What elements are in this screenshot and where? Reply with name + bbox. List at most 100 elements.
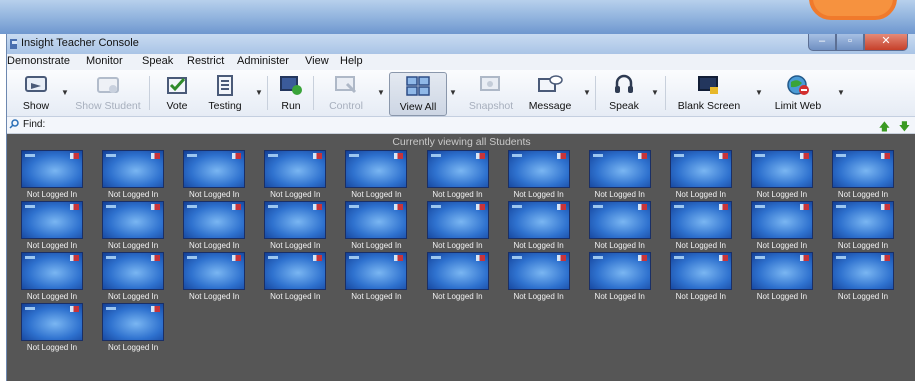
student-screen-preview [264, 252, 327, 290]
menu-help[interactable]: Help [340, 55, 363, 67]
view-all-dropdown-icon[interactable]: ▼ [449, 88, 457, 97]
student-thumbnail[interactable]: Not Logged In [343, 201, 409, 253]
student-thumbnail[interactable]: Not Logged In [587, 201, 653, 253]
student-thumbnail[interactable]: Not Logged In [506, 150, 572, 202]
student-thumbnail[interactable]: Not Logged In [181, 201, 247, 253]
run-button[interactable]: Run [273, 72, 309, 114]
student-status-label: Not Logged In [26, 190, 78, 199]
student-thumbnail[interactable]: Not Logged In [749, 252, 815, 304]
message-icon [538, 75, 563, 92]
testing-button[interactable]: Testing [199, 72, 251, 114]
show-button[interactable]: Show [11, 72, 61, 114]
menu-monitor[interactable]: Monitor [86, 55, 123, 67]
student-screen-preview [345, 150, 408, 188]
student-thumbnail[interactable]: Not Logged In [181, 150, 247, 202]
limit-web-dropdown-icon[interactable]: ▼ [837, 88, 845, 97]
student-view-area: Currently viewing all Students Not Logge… [7, 134, 915, 381]
student-thumbnail[interactable]: Not Logged In [343, 252, 409, 304]
student-status-label: Not Logged In [837, 241, 889, 250]
student-thumbnail[interactable]: Not Logged In [19, 252, 85, 304]
maximize-button[interactable]: ▫ [836, 34, 864, 51]
student-thumbnail[interactable]: Not Logged In [262, 252, 328, 304]
view-all-icon [406, 76, 430, 96]
student-status-label: Not Logged In [432, 241, 483, 250]
student-screen-preview [507, 150, 570, 188]
student-thumbnail[interactable]: Not Logged In [749, 150, 815, 202]
student-status-label: Not Logged In [675, 292, 726, 301]
blank-screen-icon [698, 76, 718, 94]
student-status-label: Not Logged In [432, 292, 483, 301]
student-screen-preview [832, 150, 894, 188]
student-status-label: Not Logged In [432, 190, 483, 199]
student-thumbnail[interactable]: Not Logged In [262, 201, 328, 253]
menu-administer[interactable]: Administer [237, 55, 289, 67]
student-screen-preview [183, 252, 246, 290]
close-button[interactable]: ✕ [864, 34, 908, 51]
student-status-label: Not Logged In [675, 190, 726, 199]
student-thumbnail[interactable]: Not Logged In [830, 252, 896, 304]
student-status-label: Not Logged In [107, 292, 159, 301]
student-status-label: Not Logged In [594, 241, 645, 250]
menu-view[interactable]: View [305, 55, 329, 67]
student-thumbnail[interactable]: Not Logged In [830, 150, 896, 202]
view-all-button[interactable]: View All [389, 72, 447, 116]
snapshot-button[interactable]: Snapshot [461, 72, 521, 114]
title-bar[interactable]: Insight Teacher Console – ▫ ✕ [7, 34, 915, 54]
student-thumbnail[interactable]: Not Logged In [19, 150, 85, 202]
toolbar-separator [313, 76, 314, 110]
snapshot-icon [480, 76, 500, 91]
student-thumbnail[interactable]: Not Logged In [587, 252, 653, 304]
student-thumbnail[interactable]: Not Logged In [425, 201, 491, 253]
blank-screen-dropdown-icon[interactable]: ▼ [755, 88, 763, 97]
menu-restrict[interactable]: Restrict [187, 55, 224, 67]
message-button[interactable]: Message [521, 72, 579, 114]
vote-button[interactable]: Vote [157, 72, 197, 114]
student-status-label: Not Logged In [107, 190, 159, 199]
control-button[interactable]: Control [319, 72, 373, 114]
student-status-label: Not Logged In [26, 292, 78, 301]
viewer-heading: Currently viewing all Students [392, 136, 531, 148]
show-student-button[interactable]: Show Student [71, 72, 145, 114]
student-thumbnail[interactable]: Not Logged In [100, 201, 166, 253]
student-thumbnail[interactable]: Not Logged In [668, 252, 734, 304]
student-thumbnail[interactable]: Not Logged In [262, 150, 328, 202]
toolbar-separator [267, 76, 268, 110]
control-icon [335, 76, 357, 94]
limit-web-button[interactable]: Limit Web [767, 72, 829, 114]
message-dropdown-icon[interactable]: ▼ [583, 88, 591, 97]
student-thumbnail[interactable]: Not Logged In [425, 150, 491, 202]
blank-screen-button[interactable]: Blank Screen [671, 72, 747, 114]
student-thumbnail[interactable]: Not Logged In [587, 150, 653, 202]
student-thumbnail[interactable]: Not Logged In [343, 150, 409, 202]
student-screen-preview [21, 252, 83, 290]
desktop-background [0, 0, 915, 34]
student-thumbnail[interactable]: Not Logged In [749, 201, 815, 253]
student-screen-preview [832, 252, 894, 290]
student-screen-preview [21, 201, 83, 239]
student-thumbnail[interactable]: Not Logged In [425, 252, 491, 304]
student-thumbnail[interactable]: Not Logged In [19, 201, 85, 253]
student-thumbnail[interactable]: Not Logged In [100, 150, 166, 202]
student-thumbnail[interactable]: Not Logged In [506, 252, 572, 304]
student-thumbnail[interactable]: Not Logged In [100, 252, 166, 304]
menu-demonstrate[interactable]: Demonstrate [7, 55, 70, 67]
student-thumbnail[interactable]: Not Logged In [181, 252, 247, 304]
minimize-button[interactable]: – [808, 34, 836, 51]
menu-speak[interactable]: Speak [142, 55, 173, 67]
student-screen-preview [750, 201, 813, 239]
student-thumbnail[interactable]: Not Logged In [668, 150, 734, 202]
student-thumbnail[interactable]: Not Logged In [19, 303, 85, 355]
app-window: Insight Teacher Console – ▫ ✕ Demonstrat… [6, 34, 915, 381]
speak-dropdown-icon[interactable]: ▼ [651, 88, 659, 97]
control-dropdown-icon[interactable]: ▼ [377, 88, 385, 97]
speak-button[interactable]: Speak [603, 72, 645, 114]
student-status-label: Not Logged In [756, 190, 808, 199]
student-thumbnail[interactable]: Not Logged In [506, 201, 572, 253]
student-status-label: Not Logged In [594, 292, 645, 301]
testing-dropdown-icon[interactable]: ▼ [255, 88, 263, 97]
student-thumbnail[interactable]: Not Logged In [668, 201, 734, 253]
show-dropdown-icon[interactable]: ▼ [61, 88, 69, 97]
student-thumbnail[interactable]: Not Logged In [830, 201, 896, 253]
find-input[interactable] [55, 118, 855, 131]
student-thumbnail[interactable]: Not Logged In [100, 303, 166, 355]
